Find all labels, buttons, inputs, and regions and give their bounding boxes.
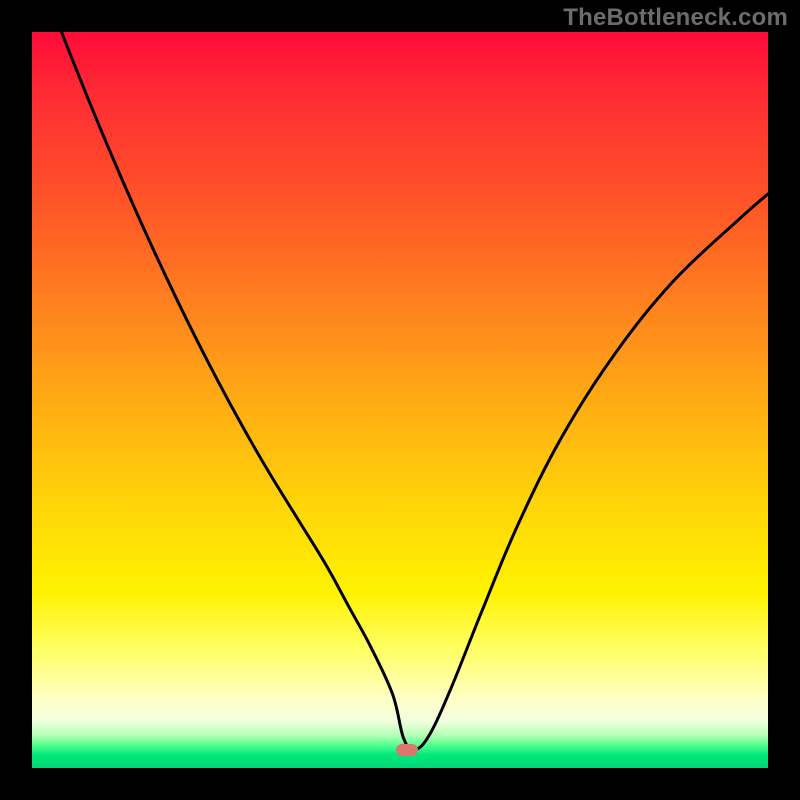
bottleneck-curve-path (61, 32, 768, 750)
chart-frame: TheBottleneck.com (0, 0, 800, 800)
optimal-point-marker (396, 744, 418, 756)
plot-area (32, 32, 768, 768)
watermark-text: TheBottleneck.com (563, 4, 788, 32)
curve-svg (32, 32, 768, 768)
